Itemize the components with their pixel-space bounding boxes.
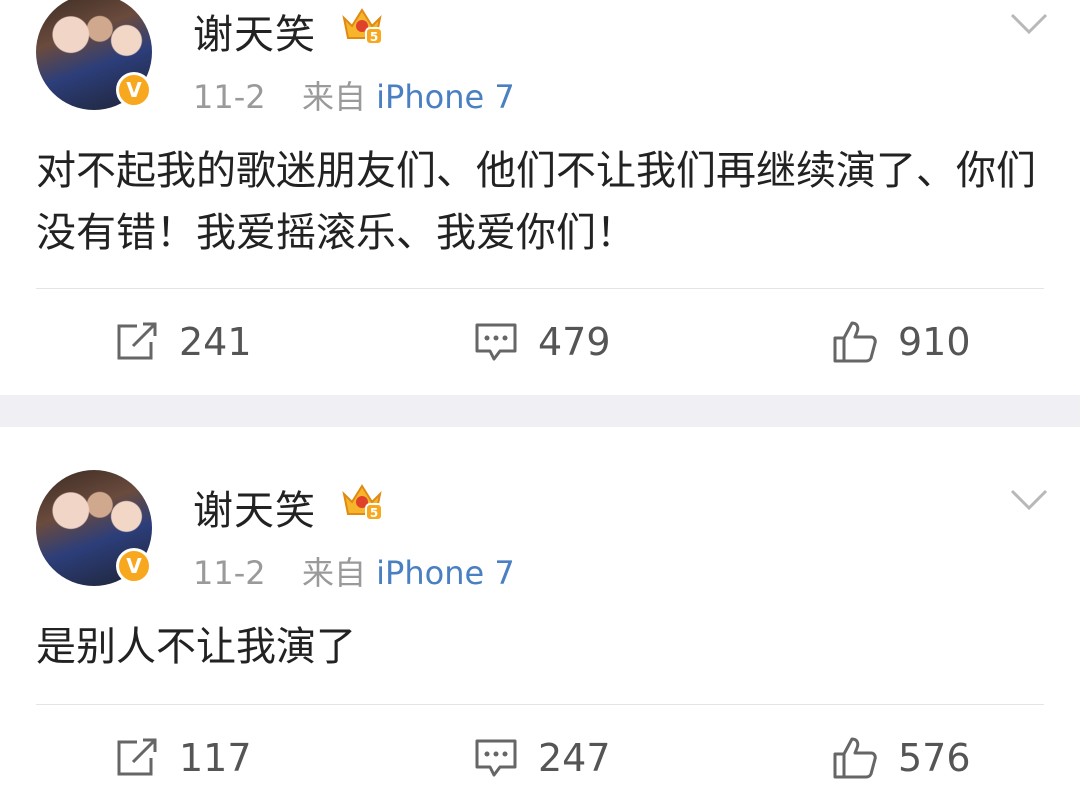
member-level: 5 (370, 30, 378, 44)
author-name[interactable]: 谢天笑 (193, 478, 316, 536)
chevron-down-icon[interactable] (1010, 488, 1048, 512)
source-prefix: 来自 (301, 554, 366, 592)
comment-icon (475, 739, 517, 777)
repost-button[interactable]: 117 (115, 736, 252, 780)
verified-badge-icon: V (116, 548, 152, 584)
member-crown-icon[interactable]: 5 (340, 4, 384, 48)
source-device-link[interactable]: iPhone 7 (376, 554, 515, 592)
comment-button[interactable]: 247 (474, 736, 611, 780)
avatar[interactable]: V (36, 470, 152, 586)
repost-icon (117, 322, 157, 360)
comment-count: 247 (538, 736, 611, 780)
author-name[interactable]: 谢天笑 (193, 2, 316, 60)
avatar[interactable]: V (36, 0, 152, 110)
repost-button[interactable]: 241 (115, 320, 252, 364)
member-level: 5 (370, 506, 378, 520)
post-meta: 11-2 来自 iPhone 7 (193, 548, 515, 594)
repost-count: 241 (179, 320, 252, 364)
chevron-down-icon[interactable] (1010, 12, 1048, 36)
post-date: 11-2 (193, 78, 266, 116)
divider (36, 288, 1044, 289)
verified-badge-icon: V (116, 72, 152, 108)
like-count: 576 (898, 736, 971, 780)
source-device-link[interactable]: iPhone 7 (376, 78, 515, 116)
like-button[interactable]: 910 (832, 320, 971, 364)
comment-button[interactable]: 479 (474, 320, 611, 364)
thumbs-up-icon (833, 737, 877, 779)
repost-count: 117 (179, 736, 252, 780)
post-date: 11-2 (193, 554, 266, 592)
comment-icon (475, 323, 517, 361)
post-content: 是别人不让我演了 (36, 624, 356, 670)
feed-separator (0, 395, 1080, 427)
comment-count: 479 (538, 320, 611, 364)
post-meta: 11-2 来自 iPhone 7 (193, 72, 515, 118)
like-button[interactable]: 576 (832, 736, 971, 780)
like-count: 910 (898, 320, 971, 364)
member-crown-icon[interactable]: 5 (340, 480, 384, 524)
repost-icon (117, 738, 157, 776)
divider (36, 704, 1044, 705)
post-content: 对不起我的歌迷朋友们、他们不让我们再继续演了、你们没有错！我爱摇滚乐、我爱你们！ (36, 148, 1036, 256)
source-prefix: 来自 (301, 78, 366, 116)
thumbs-up-icon (833, 321, 877, 363)
